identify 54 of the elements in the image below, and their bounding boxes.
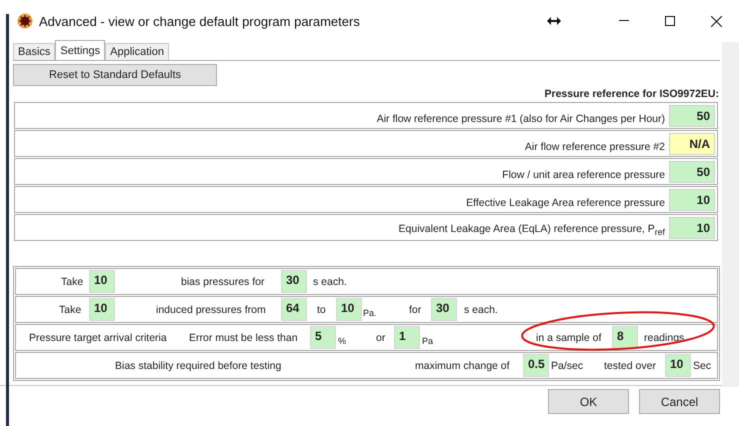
field-label: Air flow reference pressure #1 (also for Air Changes per Hour) — [376, 112, 665, 124]
maximize-icon[interactable] — [665, 16, 675, 26]
close-icon[interactable] — [710, 16, 722, 26]
number-field[interactable]: 8 — [612, 326, 638, 349]
field-label: Equivalent Leakage Area (EqLA) reference pressure, P$_{ref}$ — [398, 222, 665, 238]
field-label: Pa/sec — [551, 360, 584, 372]
number-field[interactable]: 1 — [394, 326, 420, 349]
field-label: Pressure target arrival criteria — [29, 332, 167, 344]
reset-defaults-button[interactable]: Reset to Standard Defaults — [13, 64, 217, 86]
section-heading: Pressure reference for ISO9972EU: — [544, 88, 719, 100]
field-label: or — [376, 332, 386, 344]
field-label: Flow / unit area reference pressure — [502, 168, 665, 180]
value-field[interactable]: 10 — [669, 216, 715, 238]
field-label: Error must be less than — [189, 332, 298, 344]
number-field[interactable]: 10 — [89, 298, 115, 321]
field-label: Bias stability required before testing — [115, 360, 282, 372]
unit-label: Pa. — [363, 306, 377, 318]
value-field: N/A — [669, 132, 715, 154]
field-label: s each. — [313, 276, 347, 288]
field-label: for — [409, 304, 422, 316]
value-field[interactable]: 50 — [669, 160, 715, 182]
number-field[interactable]: 5 — [310, 326, 336, 349]
field-label: Sec — [693, 360, 712, 372]
tab[interactable]: Settings — [55, 40, 106, 60]
field-label: maximum change of — [415, 360, 510, 372]
number-field[interactable]: 10 — [336, 298, 362, 321]
field-label: Take — [61, 276, 84, 288]
minimize-icon[interactable] — [619, 20, 629, 22]
field-label: tested over — [604, 360, 656, 372]
tab[interactable]: Basics — [13, 43, 56, 60]
dialog-button[interactable]: OK — [548, 389, 629, 414]
value-field[interactable]: 10 — [669, 188, 715, 210]
unit-label: Pa — [422, 334, 434, 346]
number-field[interactable]: 10 — [89, 270, 115, 293]
number-field[interactable]: 30 — [281, 270, 307, 293]
field-label: induced pressures from — [156, 304, 266, 316]
field-label: to — [317, 304, 326, 316]
number-field[interactable]: 0.5 — [523, 354, 549, 377]
field-label: bias pressures for — [181, 276, 264, 288]
tab[interactable]: Application — [105, 43, 169, 60]
number-field[interactable]: 64 — [281, 298, 307, 321]
resize-cursor-icon — [547, 17, 561, 25]
field-label: Effective Leakage Area reference pressure — [466, 196, 665, 208]
field-label: s each. — [464, 304, 498, 316]
field-label: Air flow reference pressure #2 — [524, 140, 665, 152]
value-field[interactable]: 50 — [669, 104, 715, 126]
number-field[interactable]: 30 — [431, 298, 457, 321]
number-field[interactable]: 10 — [665, 354, 691, 377]
unit-label: % — [338, 334, 346, 346]
field-label: Take — [59, 304, 82, 316]
field-label: in a sample of — [536, 332, 602, 344]
window-title: Advanced - view or change default program parameters — [39, 14, 360, 28]
app-icon — [17, 13, 33, 29]
dialog-button[interactable]: Cancel — [639, 389, 720, 414]
